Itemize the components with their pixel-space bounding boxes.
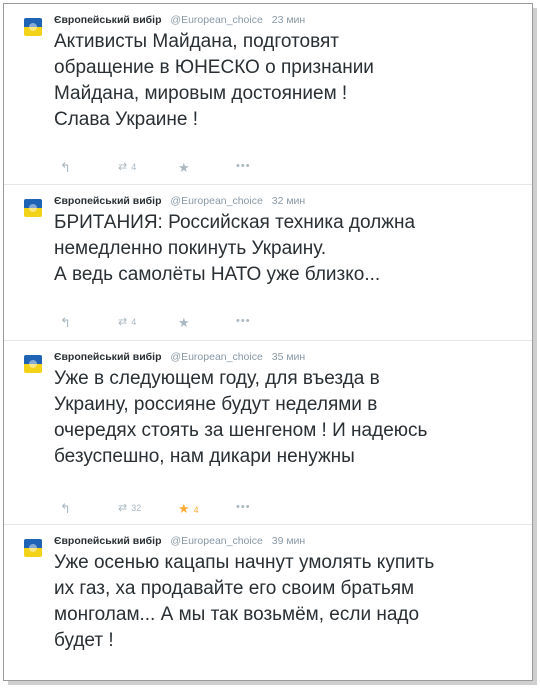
tweet-text: Активисты Майдана, подготовят обращение … (54, 31, 374, 130)
retweet-button[interactable]: ⇄ 4 (118, 315, 136, 328)
author-handle[interactable]: @European_choice (170, 14, 262, 26)
retweet-button[interactable]: ⇄ 4 (118, 160, 136, 173)
tweet-time[interactable]: 39 мин (272, 535, 305, 547)
tweet-header: Європейський вибір @European_choice 39 м… (54, 535, 305, 547)
favorite-icon: ★ (178, 501, 190, 516)
retweet-icon: ⇄ (118, 316, 128, 328)
tweet-header: Європейський вибір @European_choice 35 м… (54, 351, 305, 363)
more-icon[interactable]: ••• (236, 315, 251, 327)
reply-icon[interactable]: ↰ (60, 315, 71, 331)
more-icon[interactable]: ••• (236, 160, 251, 172)
avatar[interactable] (24, 539, 42, 557)
tweet-text: БРИТАНИЯ: Российская техника должна неме… (54, 212, 416, 285)
retweet-count: 4 (131, 317, 137, 327)
reply-icon[interactable]: ↰ (60, 160, 71, 176)
more-icon[interactable]: ••• (236, 501, 251, 513)
retweet-button[interactable]: ⇄ 32 (118, 501, 141, 514)
avatar[interactable] (24, 199, 42, 217)
tweet-item: Європейський вибір @European_choice 32 м… (4, 184, 532, 341)
favorite-button[interactable]: ★ 4 (178, 501, 199, 517)
tweet-item: Європейський вибір @European_choice 23 м… (4, 4, 532, 184)
tweet-time[interactable]: 35 мин (272, 351, 305, 363)
author-name[interactable]: Європейський вибір (54, 14, 162, 26)
favorite-count: 4 (193, 505, 199, 515)
tweet-timeline: Європейський вибір @European_choice 23 м… (3, 3, 533, 681)
retweet-count: 32 (131, 503, 142, 513)
author-handle[interactable]: @European_choice (170, 535, 262, 547)
tweet-item: Європейський вибір @European_choice 39 м… (4, 524, 532, 680)
tweet-header: Європейський вибір @European_choice 32 м… (54, 195, 305, 207)
tweet-item: Європейський вибір @European_choice 35 м… (4, 340, 532, 525)
tweet-text: Уже осенью кацапы начнут умолять купить … (54, 552, 435, 651)
author-handle[interactable]: @European_choice (170, 195, 262, 207)
favorite-icon[interactable]: ★ (178, 315, 190, 331)
author-handle[interactable]: @European_choice (170, 351, 262, 363)
author-name[interactable]: Європейський вибір (54, 535, 162, 547)
author-name[interactable]: Європейський вибір (54, 195, 162, 207)
retweet-count: 4 (131, 162, 137, 172)
author-name[interactable]: Європейський вибір (54, 351, 162, 363)
tweet-time[interactable]: 23 мин (272, 14, 305, 26)
avatar[interactable] (24, 355, 42, 373)
avatar[interactable] (24, 18, 42, 36)
tweet-time[interactable]: 32 мин (272, 195, 305, 207)
retweet-icon: ⇄ (118, 161, 128, 173)
favorite-icon[interactable]: ★ (178, 160, 190, 176)
reply-icon[interactable]: ↰ (60, 501, 71, 517)
retweet-icon: ⇄ (118, 502, 128, 514)
tweet-header: Європейський вибір @European_choice 23 м… (54, 14, 305, 26)
tweet-text: Уже в следующем году, для въезда в Украи… (54, 368, 428, 467)
